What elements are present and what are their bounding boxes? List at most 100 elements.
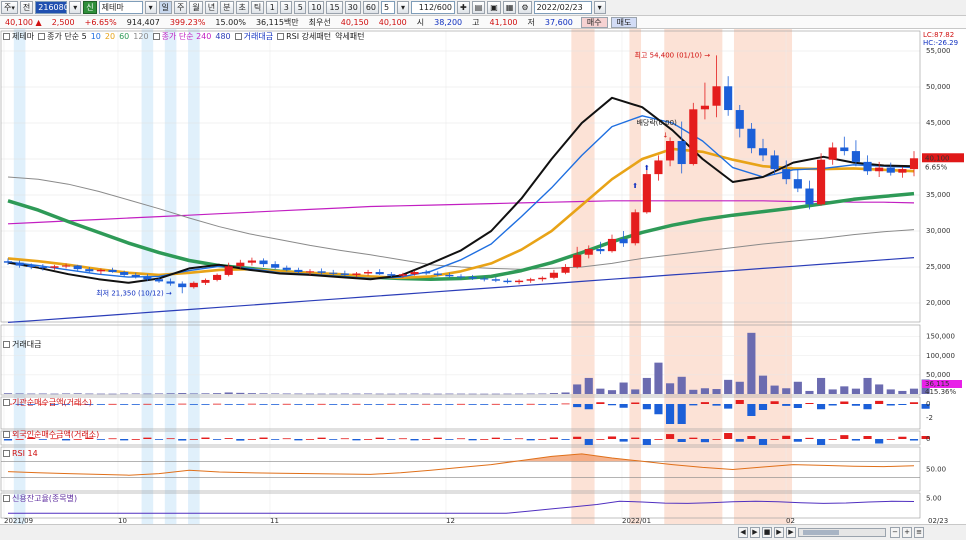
- volume-bar: [85, 393, 94, 395]
- institution-bar: [201, 404, 210, 405]
- timeframe-year[interactable]: 년: [204, 1, 219, 14]
- turnover-pct: 15.00%: [215, 17, 246, 27]
- zoom-out-icon[interactable]: −: [890, 527, 900, 538]
- volume-bar: [480, 393, 489, 395]
- foreign-bar: [898, 436, 907, 439]
- volume-bar: [689, 389, 698, 394]
- candle-body: [96, 269, 105, 272]
- timeframe-day[interactable]: 일: [158, 1, 173, 14]
- volume-bar: [642, 377, 651, 394]
- best-ask-label: 최우선: [308, 17, 331, 27]
- institution-bar: [875, 400, 884, 404]
- candle-body: [619, 238, 628, 244]
- stock-code-input[interactable]: 216080: [35, 1, 69, 14]
- period-select[interactable]: 주▾: [1, 1, 18, 14]
- name-dropdown[interactable]: ▾: [144, 1, 157, 14]
- volume-bar: [271, 393, 280, 395]
- legend-ma[interactable]: 종가 단순 5: [38, 31, 87, 42]
- volume-bar: [259, 393, 268, 394]
- timeframe-tick[interactable]: 틱: [250, 1, 265, 14]
- scroll-end-icon[interactable]: ▶: [786, 527, 796, 538]
- institution-bar: [619, 404, 628, 408]
- minute-5[interactable]: 5: [294, 1, 307, 14]
- scroll-track[interactable]: [798, 528, 886, 537]
- timeframe-month[interactable]: 월: [189, 1, 203, 14]
- scroll-left-icon[interactable]: ◀: [738, 527, 748, 538]
- count-input[interactable]: 5: [381, 1, 396, 14]
- foreign-panel-label[interactable]: 외국인순매수금액(거래소): [3, 429, 99, 440]
- more-options-icon[interactable]: ≡: [914, 527, 924, 538]
- stock-chart[interactable]: 55,00050,00045,00040,00035,00030,00025,0…: [0, 29, 966, 524]
- timeframe-week[interactable]: 주: [174, 1, 188, 14]
- minute-15[interactable]: 15: [326, 1, 343, 14]
- minute-30[interactable]: 30: [344, 1, 361, 14]
- timeframe-second[interactable]: 초: [235, 1, 249, 14]
- bottom-scroll-bar[interactable]: ◀ ▶ ■ ▶ ▶ − + ≡: [0, 524, 966, 540]
- step-forward-icon[interactable]: ▶: [774, 527, 784, 538]
- mode-button[interactable]: 전: [19, 1, 34, 14]
- date-input[interactable]: 2022/02/23: [533, 1, 592, 14]
- date-dropdown[interactable]: ▾: [593, 1, 606, 14]
- rsi-panel-label[interactable]: RSI 14: [3, 449, 38, 458]
- checkbox-icon[interactable]: [3, 399, 10, 406]
- candle-body: [201, 279, 210, 283]
- inst-panel-label[interactable]: 기관순매수금액(거래소): [3, 397, 92, 408]
- crosshair-icon[interactable]: ✚: [457, 1, 470, 14]
- institution-bar: [700, 402, 709, 404]
- stop-icon[interactable]: ■: [762, 527, 772, 538]
- checkbox-icon[interactable]: [3, 431, 10, 438]
- legend-rsi[interactable]: RSI 강세패턴: [277, 31, 331, 42]
- minute-3[interactable]: 3: [280, 1, 293, 14]
- candle-body: [329, 272, 338, 274]
- highlight-band: [733, 29, 793, 524]
- foreign-bar: [886, 439, 895, 440]
- legend-volume[interactable]: 거래대금: [234, 31, 273, 42]
- buy-button[interactable]: 매수: [580, 16, 608, 28]
- checkbox-icon[interactable]: [38, 33, 46, 40]
- play-icon[interactable]: ▶: [750, 527, 760, 538]
- foreign-bar: [875, 439, 884, 444]
- volume-bar: [805, 390, 814, 394]
- candle-body: [526, 279, 535, 281]
- legend-ma-long[interactable]: 종가 단순 240: [152, 31, 211, 42]
- gear-icon[interactable]: ⚙: [518, 1, 532, 14]
- sell-button[interactable]: 매도: [610, 16, 638, 28]
- foreign-bar: [352, 439, 361, 441]
- inst-tick: 0: [926, 400, 930, 408]
- minute-60[interactable]: 60: [362, 1, 380, 14]
- checkbox-icon[interactable]: [3, 495, 10, 502]
- minute-1[interactable]: 1: [266, 1, 279, 14]
- foreign-bar: [538, 439, 547, 440]
- checkbox-icon[interactable]: [277, 33, 285, 40]
- institution-bar: [282, 403, 291, 405]
- x-axis-label: 02: [786, 517, 795, 524]
- save-icon[interactable]: ▣: [487, 1, 501, 14]
- checkbox-icon[interactable]: [3, 450, 10, 457]
- code-dropdown[interactable]: ▾: [69, 1, 82, 14]
- scroll-thumb[interactable]: [803, 530, 839, 535]
- checkbox-icon[interactable]: [3, 33, 10, 40]
- checkbox-icon[interactable]: [3, 341, 10, 348]
- candle-body: [468, 277, 477, 279]
- checkbox-icon[interactable]: [234, 33, 242, 40]
- legend-stock[interactable]: 제테마: [3, 31, 34, 42]
- print-icon[interactable]: ▦: [502, 1, 517, 14]
- volume-bar: [758, 375, 768, 394]
- institution-bar: [677, 404, 686, 424]
- overlay-icon[interactable]: ▤: [471, 1, 486, 14]
- down-arrow-icon: ↓: [662, 131, 668, 139]
- timeframe-minute[interactable]: 분: [220, 1, 234, 14]
- institution-bar: [491, 403, 500, 405]
- zoom-in-icon[interactable]: +: [902, 527, 912, 538]
- count-dropdown[interactable]: ▾: [397, 1, 410, 14]
- checkbox-icon[interactable]: [152, 33, 160, 40]
- foreign-bar: [422, 439, 431, 440]
- volume-panel-label[interactable]: 거래대금: [3, 339, 41, 350]
- volume-bar: [840, 386, 849, 394]
- minute-10[interactable]: 10: [308, 1, 325, 14]
- stock-name-field[interactable]: 제테마: [98, 1, 143, 14]
- credit-panel-label[interactable]: 신용잔고율(종목별): [3, 493, 77, 504]
- volume-bar: [456, 393, 466, 395]
- range-input[interactable]: 112/600: [411, 1, 456, 14]
- institution-bar: [445, 404, 454, 405]
